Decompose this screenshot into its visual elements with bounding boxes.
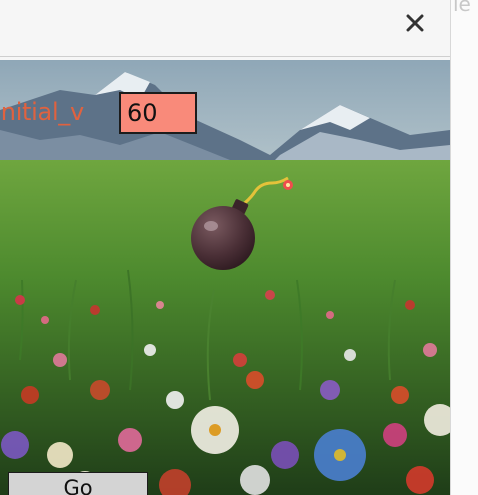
initial-v-input[interactable] bbox=[119, 92, 197, 134]
go-button[interactable]: Go bbox=[8, 472, 148, 495]
initial-v-label: Initial_v bbox=[0, 98, 84, 126]
app-window: Initial_v Go bbox=[0, 0, 450, 495]
close-icon bbox=[406, 14, 424, 32]
title-bar bbox=[0, 0, 450, 57]
background-window-edge: le bbox=[450, 0, 478, 495]
background-window-text: le bbox=[453, 0, 471, 16]
close-button[interactable] bbox=[402, 10, 428, 36]
go-button-label: Go bbox=[63, 476, 93, 495]
